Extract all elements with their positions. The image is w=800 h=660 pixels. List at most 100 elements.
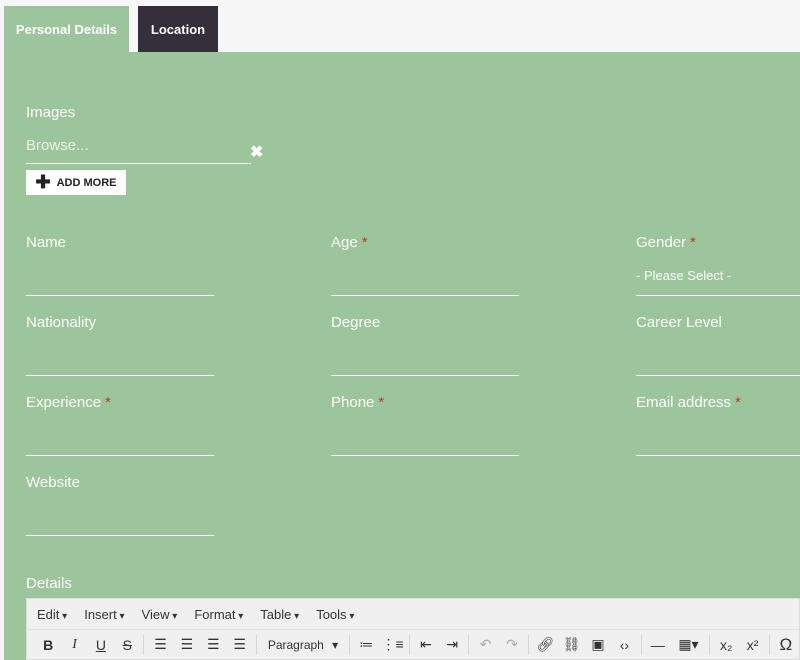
image-file-input[interactable]: Browse... <box>26 137 89 154</box>
email-address-input[interactable] <box>636 418 800 456</box>
name-input[interactable] <box>26 258 214 296</box>
label-text: Career Level <box>636 314 722 331</box>
menu-label: Edit <box>37 606 60 622</box>
menu-format[interactable]: Format ▾ <box>194 607 243 622</box>
nationality-label: Nationality <box>26 314 96 331</box>
tab-location[interactable]: Location <box>138 6 218 53</box>
label-text: Email address <box>636 394 732 411</box>
degree-label: Degree <box>331 314 380 331</box>
experience-label: Experience * <box>26 394 111 411</box>
divider <box>408 634 410 655</box>
subscript-icon[interactable]: x₂ <box>713 637 739 653</box>
editor-toolbar: B I U S ☰ ☰ ☰ ☰ Paragraph ▾ ≔ ⋮≡ ⇤ ⇥ ↶ ↷ … <box>27 629 799 659</box>
age-input[interactable] <box>331 258 519 296</box>
image-icon[interactable]: ▣ <box>585 636 611 653</box>
numbered-list-icon[interactable]: ⋮≡ <box>379 636 405 653</box>
menu-edit[interactable]: Edit ▾ <box>37 607 67 622</box>
caret-down-icon: ▾ <box>346 610 355 622</box>
divider <box>640 634 642 655</box>
undo-icon[interactable]: ↶ <box>472 636 498 653</box>
gender-select[interactable]: - Please Select - <box>636 268 731 283</box>
table-icon[interactable]: ▦▾ <box>671 636 706 653</box>
menu-label: View <box>141 606 170 622</box>
tab-label: Personal Details <box>15 22 118 37</box>
experience-input[interactable] <box>26 418 214 456</box>
name-label: Name <box>26 234 66 251</box>
input-underline <box>26 295 214 296</box>
link-icon[interactable]: 🔗︎ <box>532 636 558 653</box>
divider <box>709 634 710 655</box>
nationality-input[interactable] <box>26 338 214 376</box>
label-text: Age <box>331 234 358 251</box>
superscript-icon[interactable]: x² <box>739 637 765 653</box>
label-text: Nationality <box>26 314 97 331</box>
special-character-icon[interactable]: Ω <box>773 635 799 655</box>
input-underline <box>26 455 214 456</box>
label-text: Degree <box>331 314 381 331</box>
phone-input[interactable] <box>331 418 519 456</box>
website-label: Website <box>26 474 80 491</box>
input-underline <box>26 535 214 536</box>
horizontal-rule-icon[interactable]: — <box>645 637 671 653</box>
input-underline <box>331 295 519 296</box>
indent-icon[interactable]: ⇥ <box>439 636 465 653</box>
caret-down-icon: ▾ <box>332 637 339 652</box>
gender-label: Gender * <box>636 234 696 251</box>
block-format-value: Paragraph <box>267 637 324 652</box>
rich-text-editor: Edit ▾ Insert ▾ View ▾ Format ▾ Table ▾ Tools… <box>26 598 800 660</box>
input-underline <box>636 295 800 296</box>
images-label: Images <box>26 104 76 121</box>
close-icon[interactable]: ✖ <box>250 142 263 162</box>
required-marker: * <box>690 234 696 251</box>
divider <box>255 634 257 655</box>
outdent-icon[interactable]: ⇤ <box>413 636 439 653</box>
add-more-button[interactable]: ✚ ADD MORE <box>26 170 126 195</box>
label-text: Experience <box>26 394 102 411</box>
tab-personal-details[interactable]: Personal Details <box>4 6 129 53</box>
caret-down-icon: ▾ <box>235 610 244 622</box>
email-address-label: Email address * <box>636 394 741 411</box>
divider <box>143 634 145 655</box>
strikethrough-button[interactable]: S <box>114 637 140 653</box>
label-text: Name <box>26 234 67 251</box>
align-justify-icon[interactable]: ☰ <box>226 636 252 653</box>
input-underline <box>331 375 519 376</box>
career-level-label: Career Level <box>636 314 722 331</box>
italic-button[interactable]: I <box>61 637 87 653</box>
label-text: Phone <box>331 394 375 411</box>
redo-icon[interactable]: ↷ <box>499 636 525 653</box>
align-right-icon[interactable]: ☰ <box>200 636 226 653</box>
menu-tools[interactable]: Tools ▾ <box>316 607 354 622</box>
bullet-list-icon[interactable]: ≔ <box>353 636 379 653</box>
required-marker: * <box>735 394 741 411</box>
caret-down-icon: ▾ <box>59 610 68 622</box>
bold-button[interactable]: B <box>35 637 61 653</box>
menu-view[interactable]: View ▾ <box>142 607 178 622</box>
phone-label: Phone * <box>331 394 384 411</box>
add-more-label: ADD MORE <box>56 176 117 189</box>
label-text: Gender <box>636 234 687 251</box>
required-marker: * <box>361 234 368 251</box>
align-center-icon[interactable]: ☰ <box>174 636 200 653</box>
menu-insert[interactable]: Insert ▾ <box>84 607 124 622</box>
unlink-icon[interactable]: ⛓ <box>558 636 584 653</box>
divider <box>768 634 770 655</box>
menu-table[interactable]: Table ▾ <box>260 607 299 622</box>
degree-input[interactable] <box>331 338 519 376</box>
caret-down-icon: ▾ <box>169 610 178 622</box>
plus-icon: ✚ <box>35 172 51 192</box>
age-label: Age * <box>331 234 368 251</box>
input-underline <box>636 455 800 456</box>
caret-down-icon: ▾ <box>291 610 300 622</box>
label-text: Website <box>26 474 80 491</box>
block-format-select[interactable]: Paragraph ▾ <box>260 638 346 652</box>
code-icon[interactable]: ‹› <box>611 637 637 653</box>
divider <box>528 634 530 655</box>
website-input[interactable] <box>26 498 214 536</box>
align-left-icon[interactable]: ☰ <box>147 636 173 653</box>
divider <box>349 634 351 655</box>
input-underline <box>26 375 214 376</box>
tab-label: Location <box>150 22 206 37</box>
underline-button[interactable]: U <box>88 637 114 653</box>
career-level-input[interactable] <box>636 338 800 376</box>
